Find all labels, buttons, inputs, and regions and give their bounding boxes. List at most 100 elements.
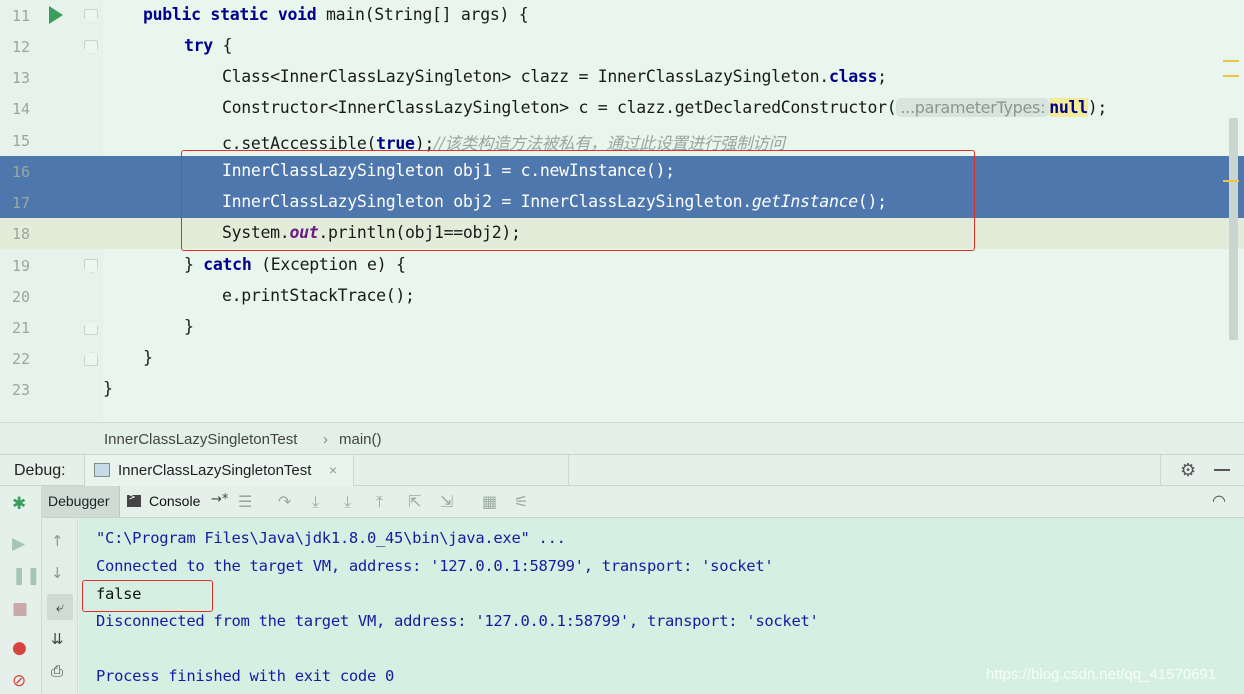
breadcrumb-class[interactable]: InnerClassLazySingletonTest <box>104 431 297 448</box>
debug-label: Debug: <box>14 462 66 479</box>
warning-marker[interactable] <box>1223 60 1239 62</box>
view-breakpoints-icon[interactable]: ● <box>12 638 27 658</box>
code-line: 13 Class<InnerClassLazySingleton> clazz =… <box>0 62 1244 93</box>
code-text: } <box>184 317 194 336</box>
console-line: Disconnected from the target VM, address… <box>96 612 819 630</box>
line-number: 15 <box>12 132 31 150</box>
breadcrumb-separator: › <box>323 431 328 448</box>
code-line: 21} <box>0 312 1244 343</box>
code-text: Constructor<InnerClassLazySingleton> c =… <box>222 98 1107 117</box>
run-gutter-icon[interactable] <box>49 6 63 24</box>
highlight-box-code <box>181 150 975 251</box>
code-text: try { <box>184 36 232 55</box>
code-token: catch <box>203 255 252 274</box>
session-icon <box>94 463 110 477</box>
bug-icon[interactable]: ✱ <box>12 494 26 514</box>
gear-icon[interactable]: ⚙ <box>1180 460 1196 481</box>
warning-marker[interactable] <box>1223 180 1239 182</box>
pause-icon[interactable]: ❚❚ <box>12 566 41 586</box>
down-arrow-icon[interactable]: ↓ <box>51 564 64 582</box>
force-step-into-icon[interactable]: ⤓ <box>344 492 351 512</box>
code-text: public static void main(String[] args) { <box>143 5 529 24</box>
debug-session-tab[interactable]: InnerClassLazySingletonTest × <box>84 455 354 486</box>
tab-console[interactable]: Console →* <box>121 486 231 517</box>
line-number: 14 <box>12 100 31 118</box>
step-out-icon[interactable]: ⤒ <box>376 492 383 512</box>
fold-icon[interactable] <box>84 321 98 335</box>
divider <box>568 455 569 486</box>
code-line: 11 public static void main(String[] args)… <box>0 0 1244 31</box>
line-number: 11 <box>12 7 31 25</box>
soft-wrap-icon[interactable]: ⤶ <box>47 594 73 620</box>
console-restore-icon[interactable]: →* <box>211 492 228 507</box>
breadcrumb: InnerClassLazySingletonTest › main() <box>0 422 1244 454</box>
line-number: 21 <box>12 319 31 337</box>
code-token: e.printStackTrace(); <box>222 286 415 305</box>
code-token: } <box>143 348 153 367</box>
line-number: 20 <box>12 288 31 306</box>
mute-breakpoints-icon[interactable]: ⊘ <box>12 671 26 691</box>
minimize-icon[interactable] <box>1214 469 1230 471</box>
code-line: 20 e.printStackTrace(); <box>0 281 1244 312</box>
highlight-box-output <box>82 580 213 612</box>
code-token: try <box>184 36 213 55</box>
fold-icon[interactable] <box>84 352 98 366</box>
breadcrumb-method[interactable]: main() <box>339 431 382 448</box>
tab-debugger[interactable]: Debugger <box>42 486 120 517</box>
line-number: 12 <box>12 38 31 56</box>
up-arrow-icon[interactable]: ↑ <box>51 532 64 550</box>
console-line: Connected to the target VM, address: '12… <box>96 557 774 575</box>
session-title: InnerClassLazySingletonTest <box>118 462 312 479</box>
debug-left-toolbar: ✱ ▶ ❚❚ ■ ● ⊘ <box>0 486 42 694</box>
code-line: 12 try { <box>0 31 1244 62</box>
line-number: 22 <box>12 350 31 368</box>
code-token: ); <box>1087 98 1108 117</box>
parameter-hint: ...parameterTypes: <box>896 98 1050 117</box>
divider <box>1160 455 1161 486</box>
step-over-icon[interactable]: ↷ <box>278 492 291 511</box>
code-token: Constructor<InnerClassLazySingleton> c =… <box>222 98 897 117</box>
drop-frame-icon[interactable]: ⇱ <box>408 492 421 511</box>
console-icon <box>127 492 141 507</box>
memory-indicator-icon[interactable]: ◠ <box>1212 491 1226 510</box>
code-token: class <box>828 67 878 86</box>
print-icon[interactable]: ⎙ <box>51 662 63 680</box>
show-execution-point-icon[interactable]: ☰ <box>238 492 252 511</box>
code-token: } <box>184 317 194 336</box>
watermark: https://blog.csdn.net/qq_41570691 <box>986 666 1217 683</box>
evaluate-expression-icon[interactable]: ▦ <box>482 492 497 511</box>
code-text: } <box>143 348 153 367</box>
code-token: Class<InnerClassLazySingleton> clazz = I… <box>222 67 829 86</box>
close-icon[interactable]: × <box>329 462 337 478</box>
scroll-to-end-icon[interactable]: ⇊ <box>51 630 64 648</box>
line-number: 16 <box>12 163 31 181</box>
run-to-cursor-icon[interactable]: ⇲ <box>440 492 453 511</box>
step-into-icon[interactable]: ⤓ <box>312 492 319 512</box>
line-number: 19 <box>12 257 31 275</box>
line-number: 23 <box>12 381 31 399</box>
console-line: "C:\Program Files\Java\jdk1.8.0_45\bin\j… <box>96 529 566 547</box>
fold-icon[interactable] <box>84 9 98 23</box>
stop-icon[interactable]: ■ <box>12 599 28 619</box>
code-line: 22} <box>0 343 1244 374</box>
line-number: 18 <box>12 225 31 243</box>
debug-tool-window-header: Debug: InnerClassLazySingletonTest × ⚙ <box>0 454 1244 486</box>
code-line: 14 Constructor<InnerClassLazySingleton> c… <box>0 93 1244 124</box>
resume-icon[interactable]: ▶ <box>12 534 25 554</box>
code-text: } <box>103 379 113 398</box>
console-side-toolbar: ↑ ↓ ⤶ ⇊ ⎙ <box>42 518 78 694</box>
code-text: Class<InnerClassLazySingleton> clazz = I… <box>222 67 887 86</box>
debugger-toolbar: Debugger Console →* ☰ ↷ ⤓ ⤓ ⤒ ⇱ ⇲ ▦ ⚟ ◠ <box>42 486 1244 518</box>
code-token: main(String[] args) { <box>326 5 529 24</box>
warning-marker[interactable] <box>1223 75 1239 77</box>
code-text: e.printStackTrace(); <box>222 286 415 305</box>
null-keyword: null <box>1049 98 1088 117</box>
tab-console-label: Console <box>149 493 201 509</box>
editor-scrollbar[interactable] <box>1229 118 1238 340</box>
fold-icon[interactable] <box>84 259 98 273</box>
code-token: } <box>103 379 113 398</box>
line-number: 13 <box>12 69 31 87</box>
code-editor[interactable]: 11 public static void main(String[] args)… <box>0 0 1244 422</box>
trace-icon[interactable]: ⚟ <box>514 492 528 511</box>
fold-icon[interactable] <box>84 40 98 54</box>
